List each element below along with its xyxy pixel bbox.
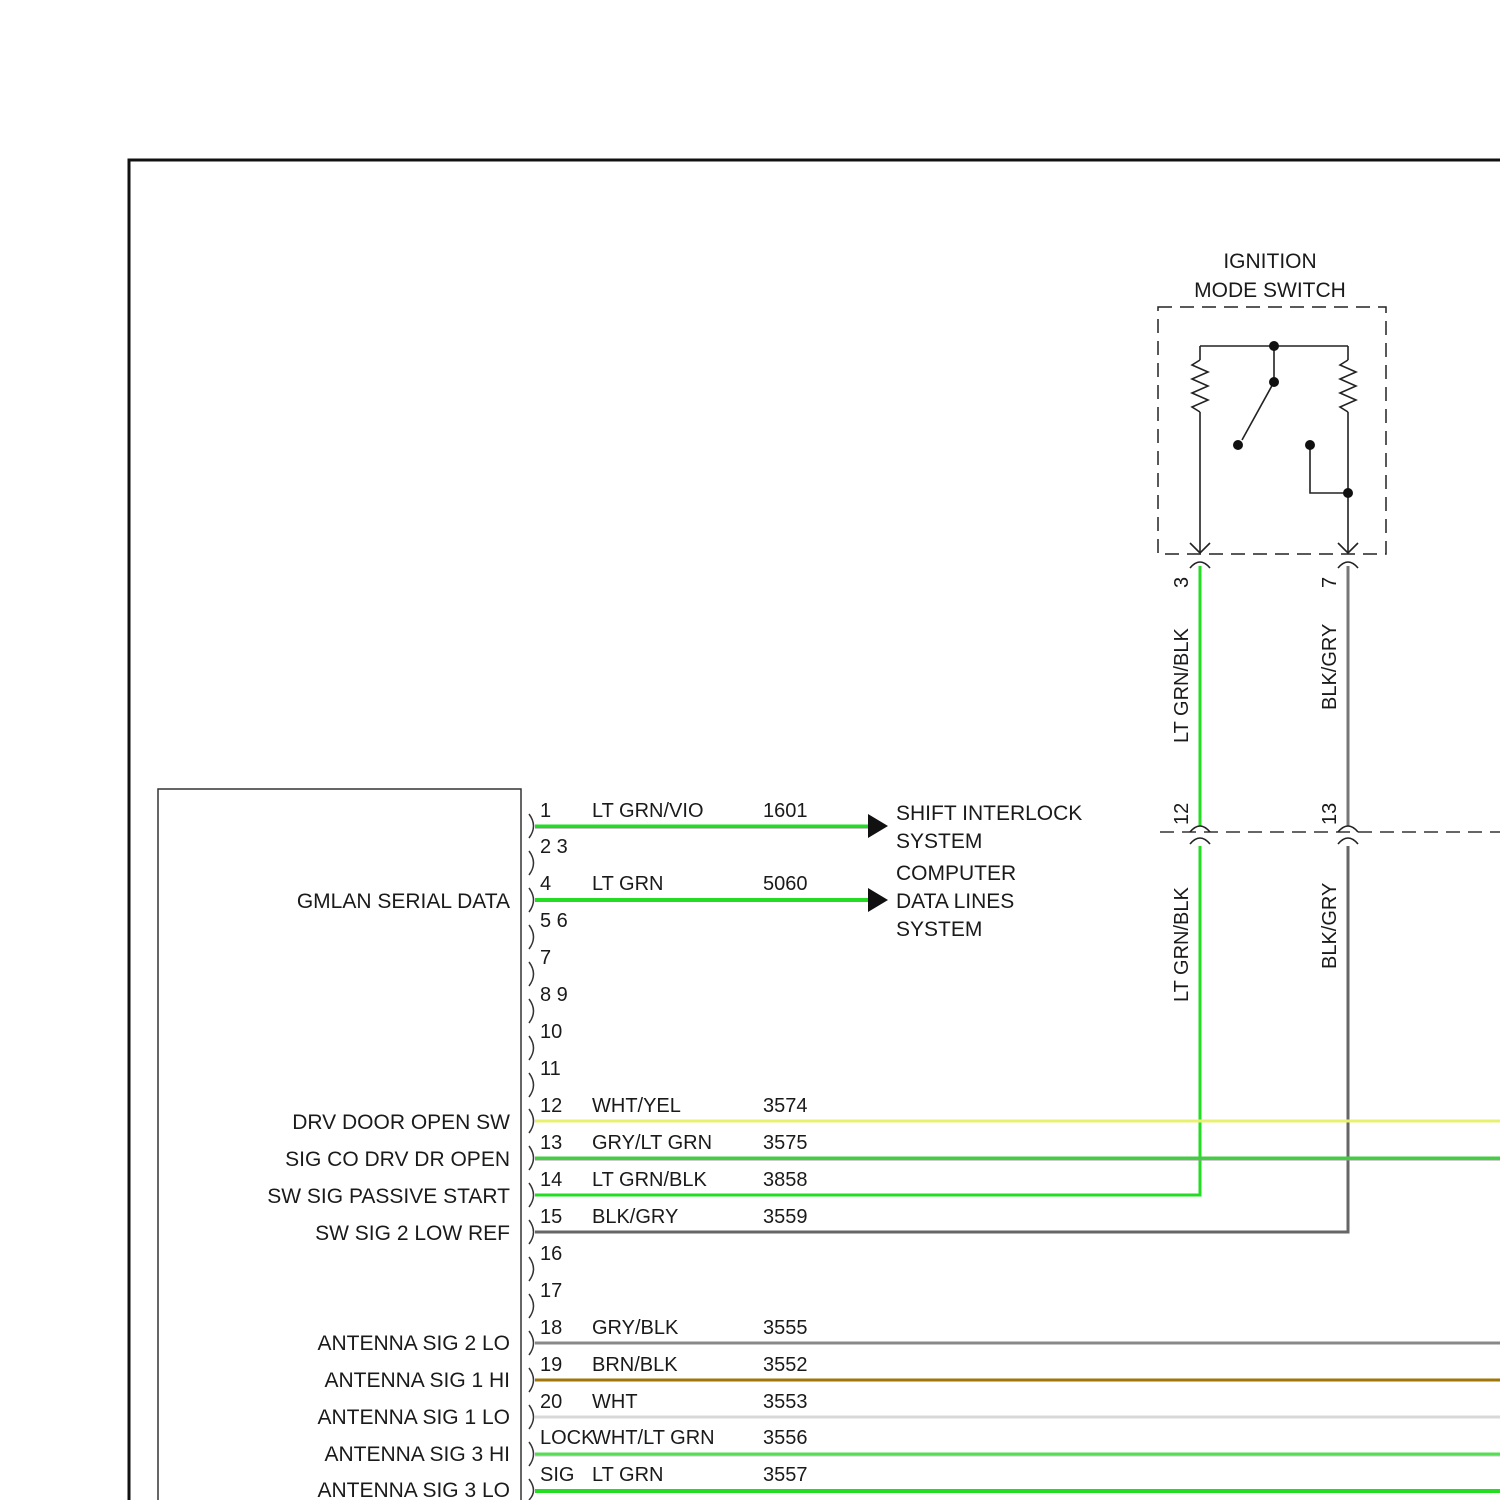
- module-label-ant1hi: ANTENNA SIG 1 HI: [324, 1369, 510, 1392]
- pin-circuit: 5060: [763, 873, 808, 895]
- inline-pin-12: 12: [1171, 803, 1193, 825]
- pin-circuit: 1601: [763, 800, 808, 822]
- pin-num: 14: [540, 1169, 562, 1191]
- pin-num: 2 3: [540, 836, 568, 858]
- inline-connector-cavities: [1189, 825, 1359, 845]
- pin-num: 16: [540, 1243, 562, 1265]
- module-label-gmlan: GMLAN SERIAL DATA: [297, 890, 510, 913]
- dest-shift-interlock-2: SYSTEM: [896, 830, 982, 853]
- pin-color: LT GRN/BLK: [592, 1169, 708, 1191]
- module-label-ant1lo: ANTENNA SIG 1 LO: [317, 1406, 510, 1429]
- pin-circuit: 3574: [763, 1095, 808, 1117]
- pin-circuit: 3555: [763, 1317, 808, 1339]
- inline-pin-13: 13: [1319, 803, 1341, 825]
- module-label-ant3lo: ANTENNA SIG 3 LO: [317, 1479, 510, 1500]
- pin-color: BLK/GRY: [592, 1206, 678, 1228]
- pin-num: 20: [540, 1391, 562, 1413]
- pin-color: WHT/YEL: [592, 1095, 681, 1117]
- module-label-ant2lo: ANTENNA SIG 2 LO: [317, 1332, 510, 1355]
- module-label-ant3hi: ANTENNA SIG 3 HI: [324, 1443, 510, 1466]
- pin-circuit: 3559: [763, 1206, 808, 1228]
- pin-color: WHT: [592, 1391, 638, 1413]
- arrow-computer-data: [868, 888, 888, 912]
- pin-num: 13: [540, 1132, 562, 1154]
- pin-num: 18: [540, 1317, 562, 1339]
- pin-color: LT GRN: [592, 873, 664, 895]
- pin-num: 12: [540, 1095, 562, 1117]
- pin-color: GRY/BLK: [592, 1317, 679, 1339]
- module-label-passive-start: SW SIG PASSIVE START: [267, 1185, 510, 1208]
- dest-computer-3: SYSTEM: [896, 918, 982, 941]
- pin-num: 7: [540, 947, 551, 969]
- arrow-shift-interlock: [868, 814, 888, 838]
- pin-num: 10: [540, 1021, 562, 1043]
- pin-num: 5 6: [540, 910, 568, 932]
- pin-circuit: 3557: [763, 1464, 808, 1486]
- pin-color: GRY/LT GRN: [592, 1132, 712, 1154]
- wiring-diagram: IGNITION MODE SWITCH 3 7 LT GRN/BLK BLK/…: [127, 158, 1500, 1500]
- pin-num: 17: [540, 1280, 562, 1302]
- pin-circuit: 3553: [763, 1391, 808, 1413]
- wire-a-upper-color: LT GRN/BLK: [1171, 627, 1193, 743]
- pin-num: 15: [540, 1206, 562, 1228]
- ignition-pin-7: 7: [1319, 577, 1341, 588]
- ignition-switch-contacts: [1233, 341, 1353, 498]
- pin-num: 19: [540, 1354, 562, 1376]
- pin-circuit: 3575: [763, 1132, 808, 1154]
- outer-frame: [127, 158, 1500, 1500]
- pin-color: LT GRN/VIO: [592, 800, 704, 822]
- ignition-switch-internal: [1190, 345, 1358, 552]
- module-label-sig-co: SIG CO DRV DR OPEN: [285, 1148, 510, 1171]
- pin-num: 4: [540, 873, 551, 895]
- ignition-switch-title-2: MODE SWITCH: [1194, 279, 1346, 302]
- dest-computer-2: DATA LINES: [896, 890, 1014, 913]
- pin-num: 8 9: [540, 984, 568, 1006]
- module-label-drv-door: DRV DOOR OPEN SW: [292, 1111, 510, 1134]
- pin-num: LOCK: [540, 1427, 595, 1449]
- pin-circuit: 3556: [763, 1427, 808, 1449]
- pin-circuit: 3552: [763, 1354, 808, 1376]
- dest-computer-1: COMPUTER: [896, 862, 1016, 885]
- wire-b-lower-color: BLK/GRY: [1319, 883, 1341, 969]
- wire-b-upper-color: BLK/GRY: [1319, 624, 1341, 710]
- pin-color: WHT/LT GRN: [592, 1427, 715, 1449]
- pin-rows: 1 LT GRN/VIO 1601 2 3 4 LT GRN 5060 5 6 …: [540, 800, 808, 1486]
- ignition-switch-title-1: IGNITION: [1223, 250, 1316, 273]
- pin-color: BRN/BLK: [592, 1354, 678, 1376]
- ignition-switch-pin-cavities: [1189, 542, 1359, 569]
- pin-color: LT GRN: [592, 1464, 664, 1486]
- pin-num: SIG: [540, 1464, 574, 1486]
- pin-num: 11: [540, 1058, 561, 1080]
- ignition-pin-3: 3: [1171, 577, 1193, 588]
- module-label-low-ref: SW SIG 2 LOW REF: [315, 1222, 510, 1245]
- pin-num: 1: [540, 800, 551, 822]
- wire-a-lower-color: LT GRN/BLK: [1171, 886, 1193, 1002]
- dest-shift-interlock-1: SHIFT INTERLOCK: [896, 802, 1082, 825]
- pin-circuit: 3858: [763, 1169, 808, 1191]
- module-pin-terminals: [528, 813, 535, 1500]
